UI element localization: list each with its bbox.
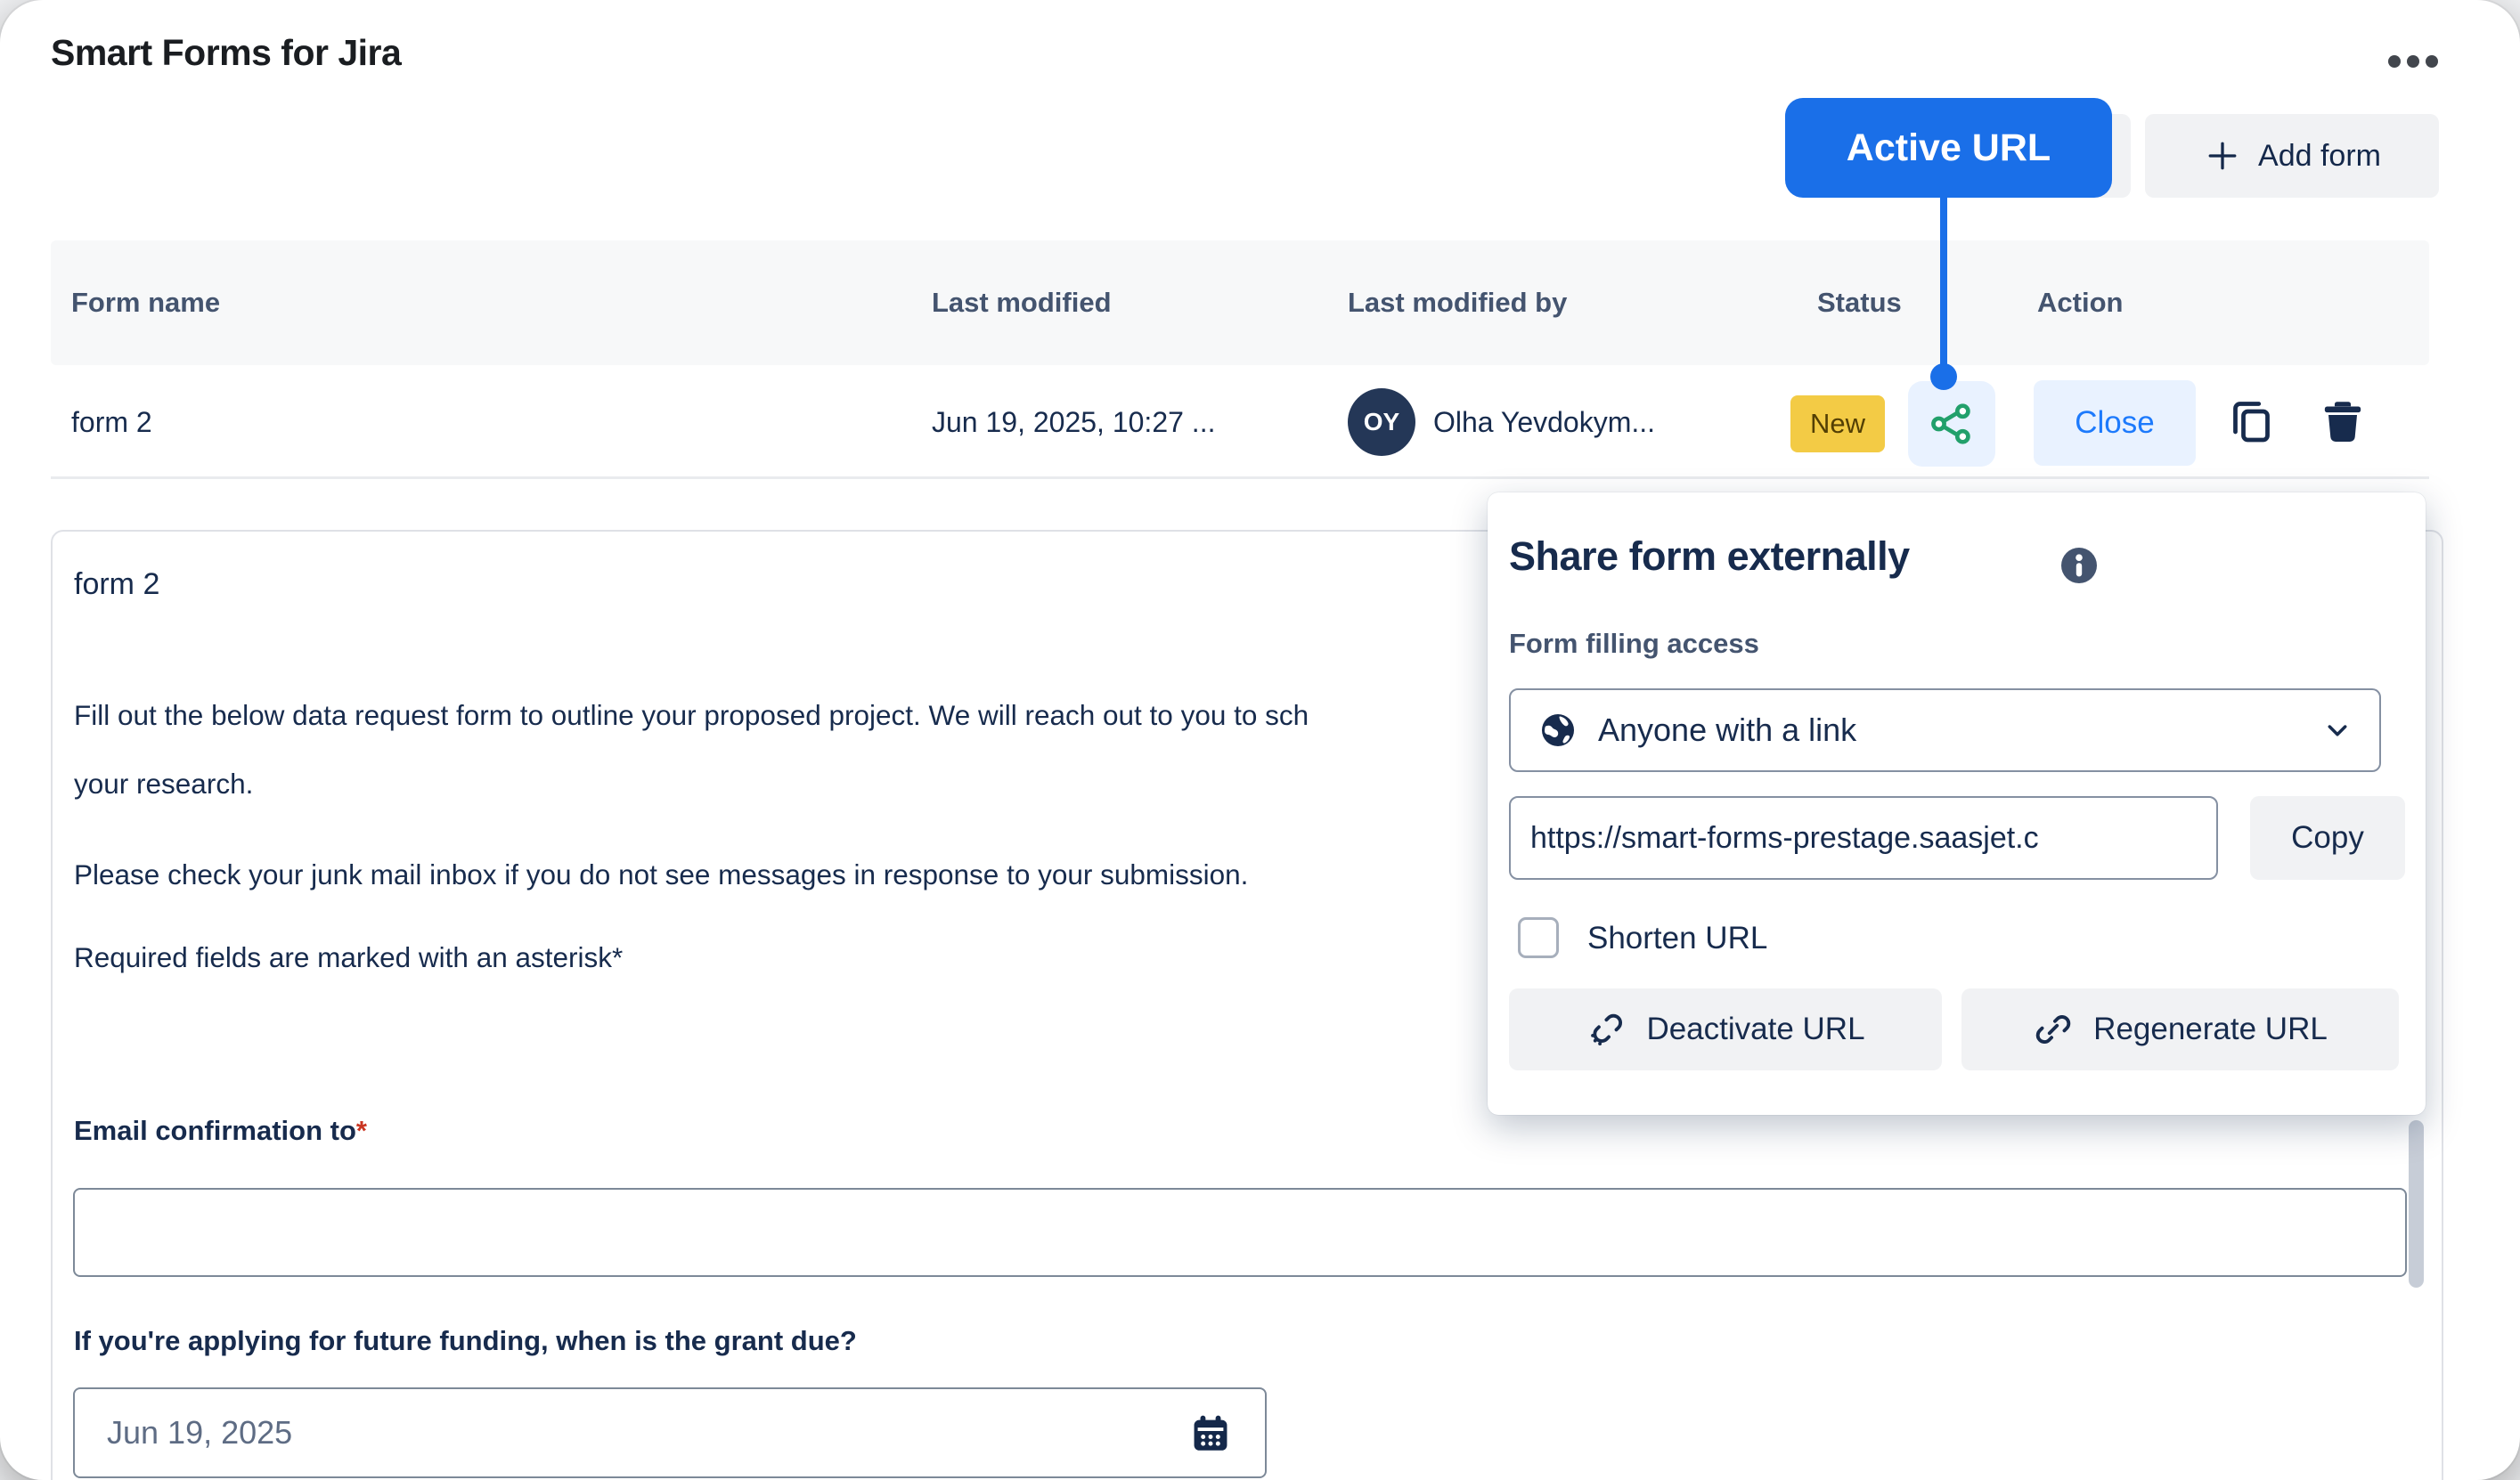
shorten-url-checkbox[interactable]: [1518, 917, 1559, 958]
table-header: Form name Last modified Last modified by…: [51, 240, 2429, 365]
share-url-value: https://smart-forms-prestage.saasjet.c: [1530, 821, 2039, 856]
info-icon[interactable]: [2058, 544, 2100, 587]
share-url-input[interactable]: https://smart-forms-prestage.saasjet.c: [1509, 796, 2218, 880]
link-icon: [2033, 1009, 2074, 1050]
share-nodes-icon: [1927, 399, 1977, 449]
col-form-name: Form name: [71, 240, 220, 365]
required-asterisk: *: [356, 1115, 367, 1146]
email-confirmation-label: Email confirmation to*: [74, 1115, 367, 1147]
chevron-down-icon: [2320, 713, 2354, 747]
avatar: OY: [1348, 388, 1415, 456]
copy-icon: [2224, 394, 2278, 448]
more-menu-icon[interactable]: [2373, 48, 2453, 75]
last-modified-cell: Jun 19, 2025, 10:27 ...: [932, 365, 1215, 479]
close-form-button[interactable]: Close: [2034, 380, 2196, 466]
intro-text-line1: Fill out the below data request form to …: [74, 699, 1309, 732]
add-form-label: Add form: [2258, 139, 2381, 174]
col-last-modified: Last modified: [932, 240, 1112, 365]
col-last-modified-by: Last modified by: [1348, 240, 1567, 365]
regenerate-url-button[interactable]: Regenerate URL: [1961, 988, 2399, 1070]
active-url-label: Active URL: [1847, 126, 2051, 170]
email-confirmation-input[interactable]: [73, 1188, 2407, 1277]
copy-url-button[interactable]: Copy: [2250, 796, 2405, 880]
form-filling-access-label: Form filling access: [1509, 628, 1759, 660]
delete-form-button[interactable]: [2312, 390, 2374, 452]
shorten-url-label: Shorten URL: [1587, 921, 1767, 956]
access-select-value: Anyone with a link: [1598, 712, 2320, 749]
deactivate-url-label: Deactivate URL: [1646, 1012, 1864, 1047]
globe-icon: [1537, 710, 1578, 751]
tooltip-connector-dot: [1930, 363, 1957, 390]
dot: [2407, 55, 2419, 68]
table-row: form 2 Jun 19, 2025, 10:27 ... OY Olha Y…: [51, 365, 2429, 479]
calendar-icon[interactable]: [1187, 1409, 1235, 1457]
broken-link-icon: [1586, 1009, 1627, 1050]
access-select[interactable]: Anyone with a link: [1509, 688, 2381, 772]
dot: [2426, 55, 2438, 68]
grant-due-label: If you're applying for future funding, w…: [74, 1325, 857, 1357]
share-button[interactable]: [1908, 381, 1995, 467]
status-badge: New: [1790, 395, 1885, 452]
deactivate-url-button[interactable]: Deactivate URL: [1509, 988, 1942, 1070]
intro-text-line2: your research.: [74, 768, 253, 801]
junk-mail-note: Please check your junk mail inbox if you…: [74, 858, 1248, 891]
required-fields-note: Required fields are marked with an aster…: [74, 941, 623, 974]
duplicate-form-button[interactable]: [2222, 392, 2280, 451]
share-popover-title: Share form externally: [1509, 533, 1910, 580]
grant-due-date-value: Jun 19, 2025: [107, 1414, 1187, 1452]
col-action: Action: [2037, 240, 2123, 365]
add-form-button[interactable]: Add form: [2145, 114, 2439, 198]
email-label-text: Email confirmation to: [74, 1115, 356, 1146]
share-popover: Share form externally Form filling acces…: [1488, 492, 2426, 1115]
scrollbar-thumb[interactable]: [2409, 1120, 2424, 1288]
col-status: Status: [1817, 240, 1902, 365]
trash-icon: [2315, 394, 2370, 449]
page-title: Smart Forms for Jira: [51, 32, 401, 74]
grant-due-date-input[interactable]: Jun 19, 2025: [73, 1387, 1267, 1478]
form-preview-title: form 2: [74, 567, 159, 602]
tooltip-connector-line: [1940, 196, 1947, 370]
modified-by-cell: Olha Yevdokym...: [1433, 365, 1655, 479]
form-name-cell[interactable]: form 2: [71, 365, 152, 479]
app-window: Smart Forms for Jira Add form Form name …: [0, 0, 2520, 1480]
active-url-tooltip: Active URL: [1785, 98, 2112, 198]
forms-table: Form name Last modified Last modified by…: [51, 240, 2429, 479]
regenerate-url-label: Regenerate URL: [2093, 1012, 2328, 1047]
dot: [2388, 55, 2401, 68]
plus-icon: [2203, 136, 2242, 175]
